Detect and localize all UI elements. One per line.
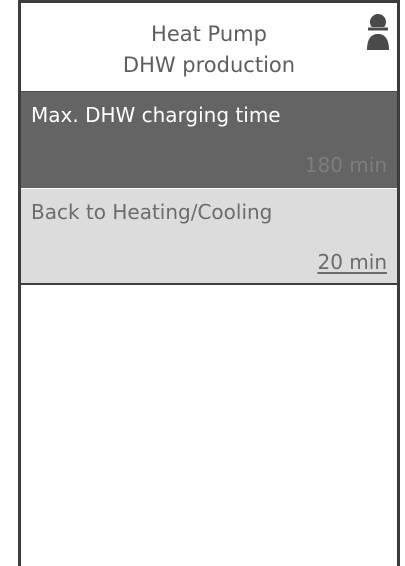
setting-label: Max. DHW charging time (31, 103, 281, 127)
setting-value-link[interactable]: 20 min (317, 247, 387, 277)
device-screen: Heat Pump DHW production Max. DHW chargi… (18, 0, 400, 566)
page-subtitle: DHW production (122, 53, 296, 77)
user-icon[interactable] (366, 13, 390, 51)
page-title: Heat Pump (151, 22, 267, 46)
setting-value: 180 min (304, 153, 387, 177)
header: Heat Pump DHW production (21, 3, 397, 92)
setting-row-max-dhw-charging-time[interactable]: Max. DHW charging time 180 min (21, 92, 397, 188)
setting-row-back-to-heating-cooling[interactable]: Back to Heating/Cooling 20 min (21, 189, 397, 285)
setting-label: Back to Heating/Cooling (31, 200, 273, 224)
